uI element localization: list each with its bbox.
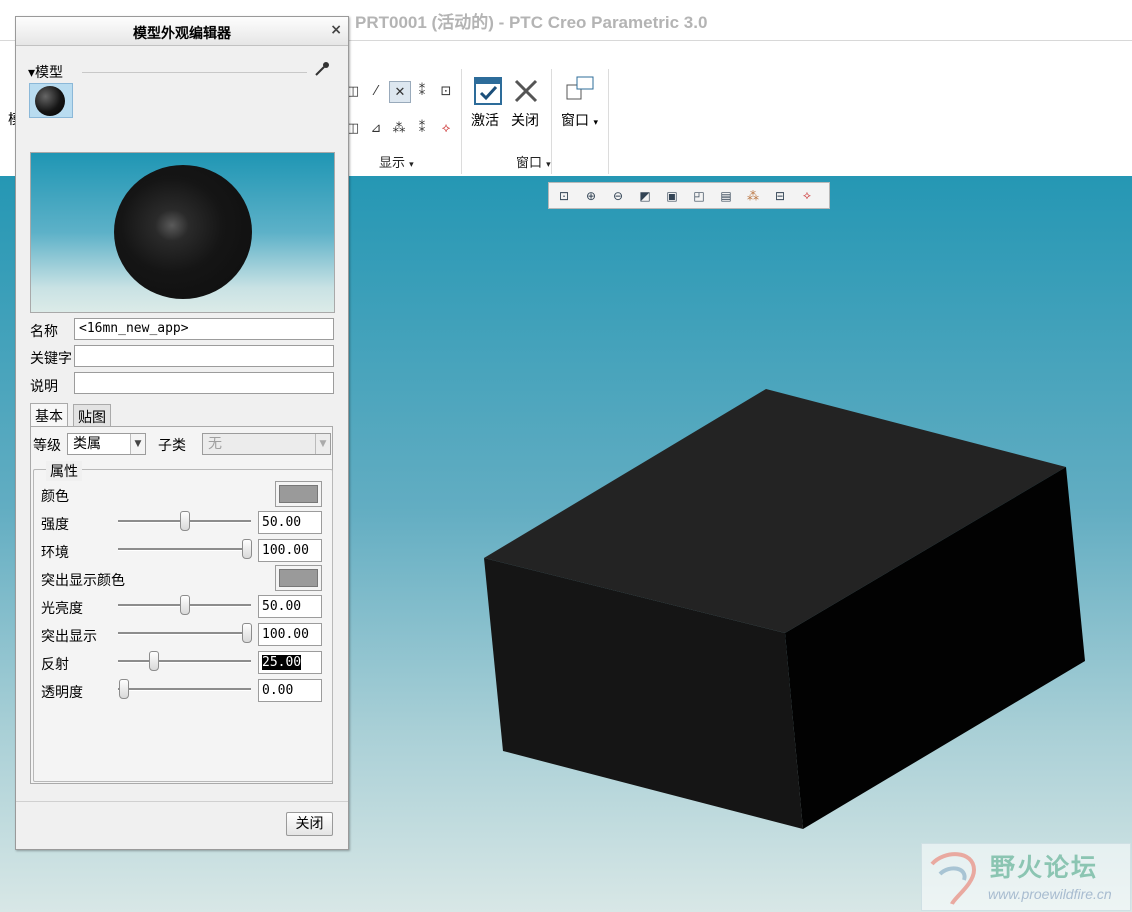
description-label: 说明 (30, 379, 58, 395)
zoom-in-icon[interactable]: ⊕ (580, 185, 602, 206)
dialog-close-icon[interactable]: × (330, 22, 342, 38)
shininess-value[interactable]: 50.00 (258, 595, 322, 618)
dialog-titlebar[interactable]: 模型外观编辑器 × (16, 17, 348, 46)
ambient-value[interactable]: 100.00 (258, 539, 322, 562)
dialog-title: 模型外观编辑器 (133, 26, 231, 42)
level-value: 类属 (73, 436, 101, 452)
ambient-slider[interactable] (118, 539, 252, 559)
tab-basic[interactable]: 基本 (30, 403, 68, 427)
keyword-label: 关键字 (30, 351, 72, 367)
highlight-label: 突出显示 (41, 629, 97, 645)
model-section-header[interactable]: ▾模型 (28, 62, 63, 82)
intensity-slider[interactable] (118, 511, 251, 531)
highlight-swatch (279, 569, 318, 587)
appearance-editor-dialog: 模型外观编辑器 × ▾模型 名称 <16mn_new_app> 关键字 说明 基… (15, 16, 349, 850)
highlight-color-label: 突出显示颜色 (41, 573, 125, 589)
spin-center-icon[interactable]: ⟡ (796, 185, 818, 206)
name-field[interactable]: <16mn_new_app> (74, 318, 334, 340)
annotation-display-icon[interactable]: ⊟ (769, 185, 791, 206)
name-label: 名称 (30, 324, 58, 340)
shininess-label: 光亮度 (41, 601, 83, 617)
model-section-divider (82, 72, 307, 73)
subclass-value: 无 (208, 436, 222, 452)
forum-watermark: 野火论坛 www.proewildfire.cn (921, 843, 1131, 911)
slider-thumb[interactable] (119, 679, 129, 699)
color-swatch-button[interactable] (275, 481, 322, 507)
reflection-label: 反射 (41, 657, 69, 673)
eyedropper-icon[interactable] (313, 60, 331, 82)
dialog-divider (16, 801, 348, 802)
refit-icon[interactable]: ⊡ (553, 185, 575, 206)
appearance-thumbnail[interactable] (29, 83, 73, 118)
highlight-swatch-button[interactable] (275, 565, 322, 591)
zoom-out-icon[interactable]: ⊖ (607, 185, 629, 206)
intensity-label: 强度 (41, 517, 69, 533)
watermark-logo-icon (930, 852, 977, 905)
slider-thumb[interactable] (242, 623, 252, 643)
level-label: 等级 (33, 438, 61, 454)
transparency-value[interactable]: 0.00 (258, 679, 322, 702)
level-dropdown[interactable]: 类属 ▼ (67, 433, 146, 455)
highlight-value[interactable]: 100.00 (258, 623, 322, 646)
chevron-down-icon: ▼ (315, 434, 330, 454)
view-manager-icon[interactable]: ▤ (715, 185, 737, 206)
intensity-value[interactable]: 50.00 (258, 511, 322, 534)
color-swatch (279, 485, 318, 503)
watermark-url: www.proewildfire.cn (988, 886, 1112, 902)
shininess-slider[interactable] (118, 595, 251, 615)
display-style-icon[interactable]: ▣ (661, 185, 683, 206)
properties-legend: 属性 (46, 461, 82, 481)
reflection-value-text: 25.00 (262, 655, 302, 670)
close-button[interactable]: 关闭 (286, 812, 333, 836)
subclass-dropdown: 无 ▼ (202, 433, 331, 455)
highlight-slider[interactable] (118, 623, 252, 643)
ambient-label: 环境 (41, 545, 69, 561)
description-field[interactable] (74, 372, 334, 394)
appearance-preview (30, 152, 335, 313)
subclass-label: 子类 (158, 438, 186, 454)
preview-sphere (114, 165, 252, 299)
repaint-icon[interactable]: ◩ (634, 185, 656, 206)
slider-thumb[interactable] (180, 595, 190, 615)
chevron-down-icon: ▼ (130, 434, 145, 454)
slider-thumb[interactable] (149, 651, 159, 671)
watermark-title: 野火论坛 (990, 853, 1099, 882)
color-label: 颜色 (41, 489, 69, 505)
transparency-slider[interactable] (118, 679, 251, 699)
slider-thumb[interactable] (180, 511, 190, 531)
keyword-field[interactable] (74, 345, 334, 367)
datum-display-icon[interactable]: ⁂ (742, 185, 764, 206)
reflection-value[interactable]: 25.00 (258, 651, 322, 674)
saved-orientations-icon[interactable]: ◰ (688, 185, 710, 206)
transparency-label: 透明度 (41, 685, 83, 701)
reflection-slider[interactable] (118, 651, 251, 671)
tab-map[interactable]: 贴图 (73, 404, 111, 426)
view-toolbar: ⊡ ⊕ ⊖ ◩ ▣ ◰ ▤ ⁂ ⊟ ⟡ (548, 182, 830, 209)
slider-thumb[interactable] (242, 539, 252, 559)
